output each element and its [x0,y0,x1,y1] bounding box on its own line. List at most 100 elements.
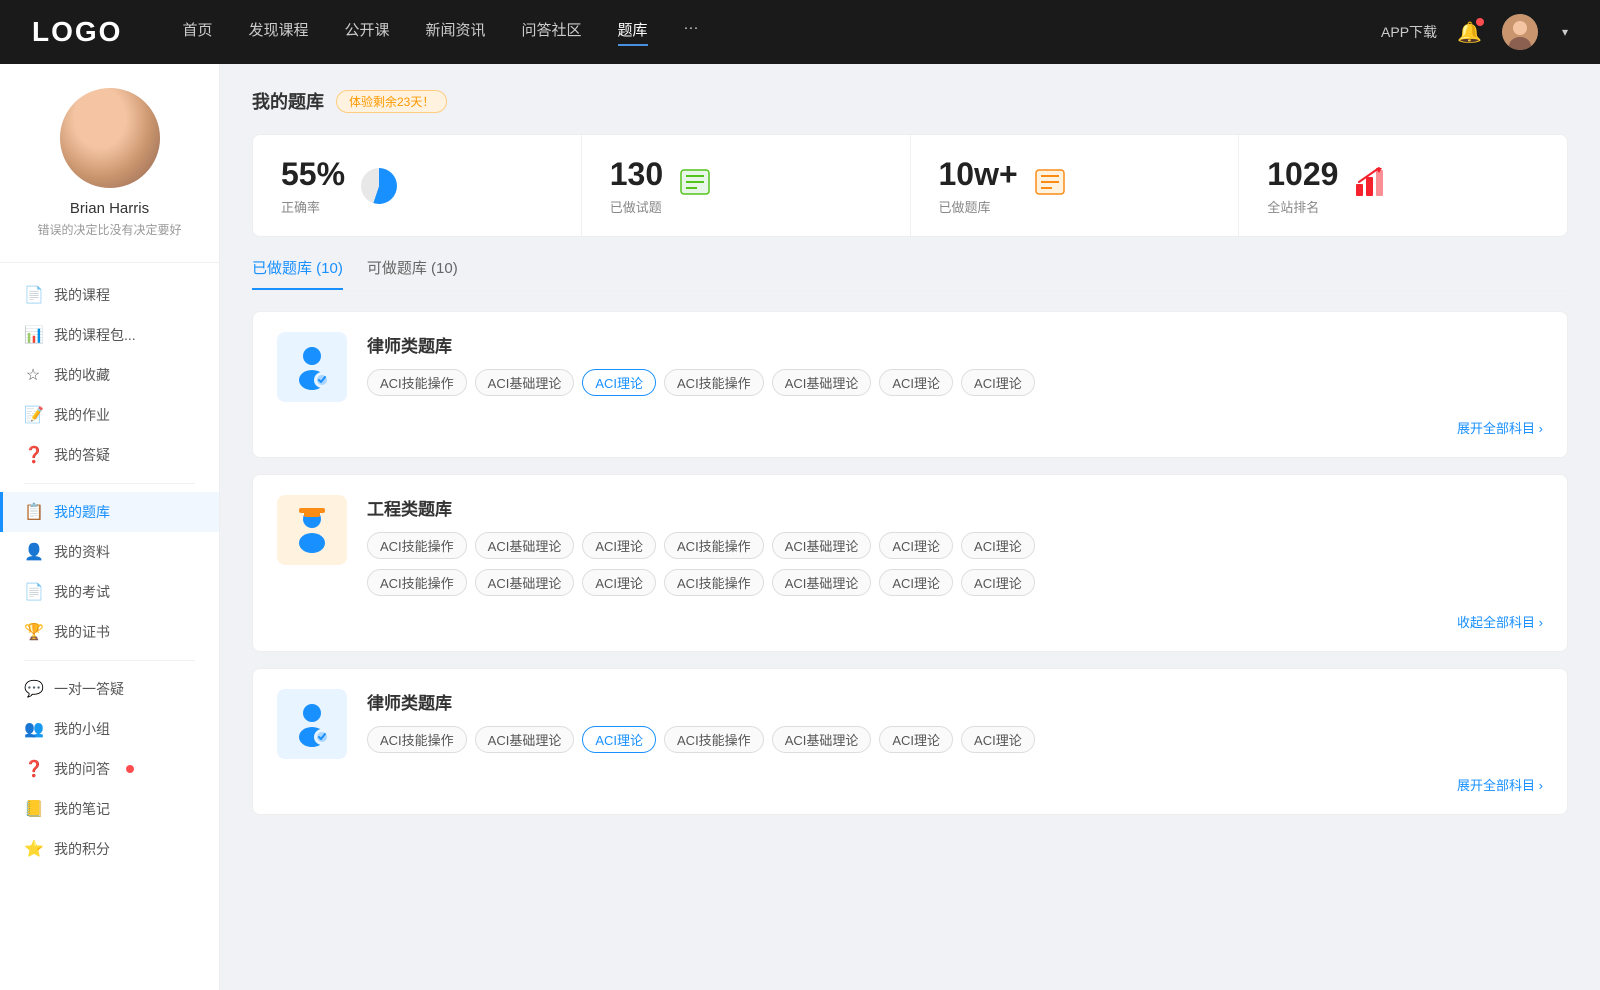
sidebar-divider-1 [24,483,195,484]
favorites-icon: ☆ [24,365,42,385]
tag-eng-r2-4[interactable]: ACI基础理论 [772,569,872,596]
sidebar-item-my-questions[interactable]: ❓ 我的问答 [0,749,219,789]
points-icon: ⭐ [24,839,42,859]
oneone-icon: 💬 [24,679,42,699]
nav-qa[interactable]: 问答社区 [522,19,582,46]
questions-dot [126,765,134,773]
qbank-tags-engineer-row1: ACI技能操作 ACI基础理论 ACI理论 ACI技能操作 ACI基础理论 AC… [367,532,1543,559]
tag-lawyer1-4[interactable]: ACI基础理论 [772,369,872,396]
sidebar-item-my-qa[interactable]: ❓ 我的答疑 [0,435,219,475]
stat-banks-number: 10w+ [939,155,1018,193]
packages-icon: 📊 [24,325,42,345]
user-menu-chevron[interactable]: ▾ [1562,25,1568,39]
sidebar-label-exam: 我的考试 [54,582,110,602]
nav-discover[interactable]: 发现课程 [248,19,308,46]
sidebar-item-my-favorites[interactable]: ☆ 我的收藏 [0,355,219,395]
tag-eng-r2-3[interactable]: ACI技能操作 [664,569,764,596]
sidebar-label-cert: 我的证书 [54,622,110,642]
qbank-icon: 📋 [24,502,42,522]
stat-done-label: 已做试题 [610,197,663,216]
tag-eng-4[interactable]: ACI基础理论 [772,532,872,559]
nav-news[interactable]: 新闻资讯 [426,19,486,46]
tag-eng-0[interactable]: ACI技能操作 [367,532,467,559]
tag-eng-r2-2[interactable]: ACI理论 [582,569,656,596]
sidebar-item-my-courses[interactable]: 📄 我的课程 [0,275,219,315]
nav-qbank[interactable]: 题库 [618,19,648,46]
sidebar-item-my-homework[interactable]: 📝 我的作业 [0,395,219,435]
tag-lawyer1-3[interactable]: ACI技能操作 [664,369,764,396]
sidebar-item-my-cert[interactable]: 🏆 我的证书 [0,612,219,652]
sidebar-profile: Brian Harris 错误的决定比没有决定要好 [0,88,219,263]
page-header: 我的题库 体验剩余23天！ [252,88,1568,114]
tag-eng-r2-6[interactable]: ACI理论 [961,569,1035,596]
cert-icon: 🏆 [24,622,42,642]
stat-done-banks: 10w+ 已做题库 [911,135,1240,236]
tag-lawyer2-6[interactable]: ACI理论 [961,726,1035,753]
qbank-title-lawyer-1: 律师类题库 [367,332,1543,357]
group-icon: 👥 [24,719,42,739]
tab-done-banks[interactable]: 已做题库 (10) [252,257,343,290]
tag-eng-r2-1[interactable]: ACI基础理论 [475,569,575,596]
sidebar-item-my-group[interactable]: 👥 我的小组 [0,709,219,749]
stat-done-questions: 130 已做试题 [582,135,911,236]
sidebar-divider-2 [24,660,195,661]
sidebar-item-my-exam[interactable]: 📄 我的考试 [0,572,219,612]
sidebar-menu: 📄 我的课程 📊 我的课程包... ☆ 我的收藏 📝 我的作业 ❓ 我的答疑 � [0,263,219,881]
user-avatar[interactable] [1502,14,1538,50]
tag-lawyer1-5[interactable]: ACI理论 [879,369,953,396]
tag-lawyer2-4[interactable]: ACI基础理论 [772,726,872,753]
tag-eng-1[interactable]: ACI基础理论 [475,532,575,559]
sidebar-item-my-points[interactable]: ⭐ 我的积分 [0,829,219,869]
rank-icon [1354,166,1386,205]
sidebar-label-oneone: 一对一答疑 [54,679,124,699]
qbank-icon-lawyer-1 [277,332,347,402]
collapse-engineer[interactable]: 收起全部科目 › [1457,612,1543,631]
profile-icon: 👤 [24,542,42,562]
sidebar-item-my-profile[interactable]: 👤 我的资料 [0,532,219,572]
stat-accuracy-number: 55% [281,155,345,193]
tag-lawyer1-2[interactable]: ACI理论 [582,369,656,396]
tag-lawyer1-6[interactable]: ACI理论 [961,369,1035,396]
sidebar-item-my-packages[interactable]: 📊 我的课程包... [0,315,219,355]
app-download-link[interactable]: APP下载 [1381,22,1437,42]
qbank-card-lawyer-1: 律师类题库 ACI技能操作 ACI基础理论 ACI理论 ACI技能操作 ACI基… [252,311,1568,458]
tag-lawyer2-5[interactable]: ACI理论 [879,726,953,753]
qbank-icon-lawyer-2 [277,689,347,759]
sidebar-label-my-packages: 我的课程包... [54,325,136,345]
tag-lawyer2-2[interactable]: ACI理论 [582,726,656,753]
page-layout: Brian Harris 错误的决定比没有决定要好 📄 我的课程 📊 我的课程包… [0,64,1600,990]
expand-lawyer-2[interactable]: 展开全部科目 › [1457,775,1543,794]
homework-icon: 📝 [24,405,42,425]
sidebar-item-my-notes[interactable]: 📒 我的笔记 [0,789,219,829]
stat-banks-label: 已做题库 [939,197,1018,216]
tag-eng-3[interactable]: ACI技能操作 [664,532,764,559]
qbank-tags-engineer-row2: ACI技能操作 ACI基础理论 ACI理论 ACI技能操作 ACI基础理论 AC… [367,569,1543,596]
tag-eng-r2-5[interactable]: ACI理论 [879,569,953,596]
navbar: LOGO 首页 发现课程 公开课 新闻资讯 问答社区 题库 ··· APP下载 … [0,0,1600,64]
tag-lawyer1-0[interactable]: ACI技能操作 [367,369,467,396]
navbar-actions: APP下载 🔔 ▾ [1381,14,1568,50]
sidebar-label-qbank: 我的题库 [54,502,110,522]
nav-home[interactable]: 首页 [182,19,212,46]
tag-eng-r2-0[interactable]: ACI技能操作 [367,569,467,596]
sidebar-motto: 错误的决定比没有决定要好 [16,221,203,238]
notification-bell[interactable]: 🔔 [1457,20,1482,45]
tag-lawyer2-3[interactable]: ACI技能操作 [664,726,764,753]
tag-eng-5[interactable]: ACI理论 [879,532,953,559]
tag-lawyer2-1[interactable]: ACI基础理论 [475,726,575,753]
expand-lawyer-1[interactable]: 展开全部科目 › [1457,418,1543,437]
sidebar-label-qa: 我的答疑 [54,445,110,465]
sidebar-item-one-on-one[interactable]: 💬 一对一答疑 [0,669,219,709]
questions-icon: ❓ [24,759,42,779]
tag-eng-6[interactable]: ACI理论 [961,532,1035,559]
tag-lawyer2-0[interactable]: ACI技能操作 [367,726,467,753]
tab-available-banks[interactable]: 可做题库 (10) [367,257,458,290]
nav-more[interactable]: ··· [684,19,699,46]
tag-eng-2[interactable]: ACI理论 [582,532,656,559]
tag-lawyer1-1[interactable]: ACI基础理论 [475,369,575,396]
nav-opencourse[interactable]: 公开课 [344,19,389,46]
main-content: 我的题库 体验剩余23天！ 55% 正确率 130 已做试题 [220,64,1600,990]
qbank-card-lawyer-2: 律师类题库 ACI技能操作 ACI基础理论 ACI理论 ACI技能操作 ACI基… [252,668,1568,815]
page-title: 我的题库 [252,88,324,114]
sidebar-item-my-qbank[interactable]: 📋 我的题库 [0,492,219,532]
